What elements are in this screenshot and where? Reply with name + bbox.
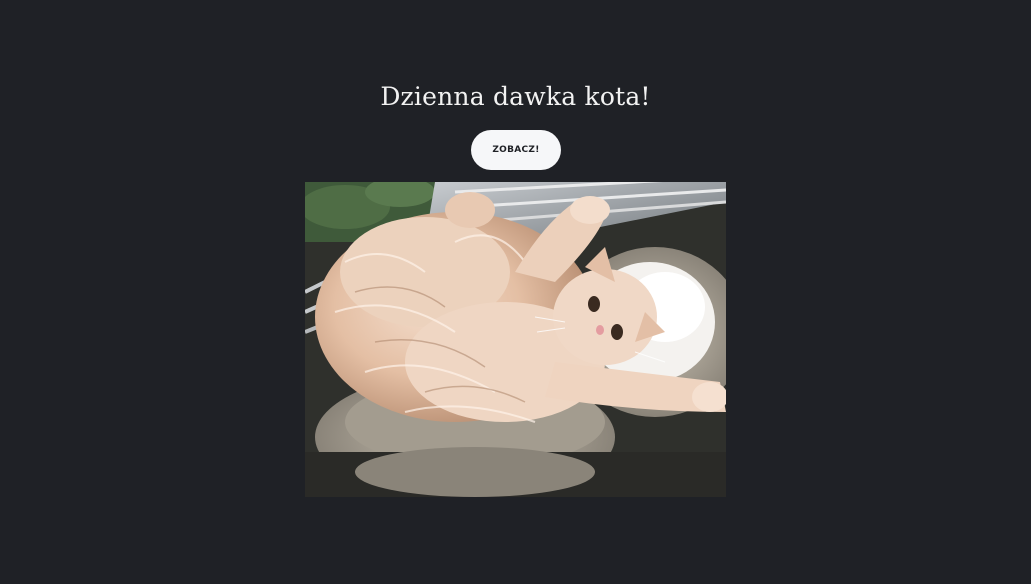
cat-photo-illustration xyxy=(305,182,726,497)
page: Dzienna dawka kota! ZOBACZ! xyxy=(0,0,1031,584)
show-cat-button[interactable]: ZOBACZ! xyxy=(471,130,561,170)
page-title: Dzienna dawka kota! xyxy=(380,82,651,111)
cat-photo xyxy=(305,182,726,497)
